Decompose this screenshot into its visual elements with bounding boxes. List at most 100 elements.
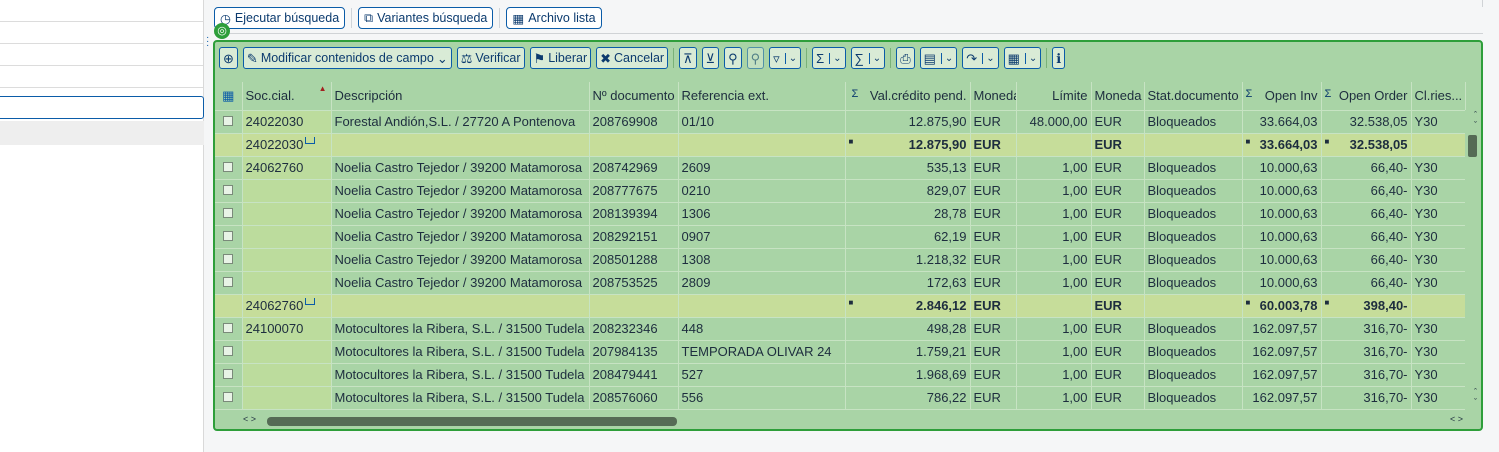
checkbox-icon[interactable] — [223, 345, 234, 356]
checkbox-icon[interactable] — [223, 207, 234, 218]
row-checkbox[interactable] — [215, 271, 243, 295]
list-file-button[interactable]: ▦ Archivo lista — [506, 7, 602, 29]
checkbox-icon[interactable] — [223, 253, 234, 264]
table-row[interactable]: 24022030 Forestal Andión,S.L. / 27720 A P… — [215, 110, 1466, 134]
table-row[interactable]: 24100070 Motocultores la Ribera, S.L. / 3… — [215, 317, 1466, 341]
col-header-currency2[interactable]: Moneda — [1091, 82, 1145, 111]
row-checkbox[interactable] — [215, 179, 243, 203]
modify-fields-button[interactable]: ✎ Modificar contenidos de campo ⌄ — [242, 47, 452, 69]
cell-text: EUR — [1094, 160, 1122, 175]
table-row[interactable]: Motocultores la Ribera, S.L. / 31500 Tud… — [215, 386, 1466, 410]
row-checkbox[interactable] — [215, 363, 243, 387]
col-header-limit[interactable]: Límite — [1016, 82, 1092, 111]
col-header-desc[interactable]: Descripción — [331, 82, 590, 111]
verify-button[interactable]: ⚖ Verificar — [456, 47, 525, 69]
row-selector[interactable] — [215, 294, 243, 318]
checkbox-icon[interactable] — [223, 391, 234, 402]
cell-text: EUR — [973, 344, 1001, 359]
row-checkbox[interactable] — [215, 156, 243, 180]
left-row[interactable] — [0, 66, 203, 88]
col-header-soc[interactable]: Soc.cial. ▲ — [242, 82, 332, 111]
cell-text: Bloqueados — [1147, 275, 1217, 290]
subtotal-button[interactable]: ∑ ⌄ — [850, 47, 886, 69]
left-row[interactable] — [0, 44, 203, 66]
cell-soc: 24062760 — [242, 294, 332, 318]
table-row[interactable]: Noelia Castro Tejedor / 39200 Matamorosa… — [215, 248, 1466, 272]
cell-text: Y30 — [1414, 183, 1438, 198]
zoom-button[interactable]: ⊕ — [219, 47, 238, 69]
filter-button[interactable]: ▿ ⌄ — [769, 47, 802, 69]
left-row[interactable] — [0, 22, 203, 44]
subtotal-row[interactable]: 24022030 ■ 12.875,90 EUR EUR ■ 33.664,03 ■ 32.53… — [215, 133, 1466, 157]
row-checkbox[interactable] — [215, 202, 243, 226]
cell-desc: Motocultores la Ribera, S.L. / 31500 Tud… — [331, 386, 590, 410]
cell-text: 1,00 — [1062, 275, 1088, 290]
info-button[interactable]: ℹ — [1052, 47, 1066, 69]
checkbox-icon[interactable] — [223, 115, 234, 126]
checkbox-icon[interactable] — [223, 184, 234, 195]
views-button[interactable]: ▤ ⌄ — [919, 47, 958, 69]
run-search-button[interactable]: ◷ Ejecutar búsqueda — [214, 7, 346, 29]
cell-val: 1.759,21 — [845, 340, 971, 364]
select-all-icon[interactable]: ▦ — [215, 82, 243, 111]
row-checkbox[interactable] — [215, 248, 243, 272]
cell-text: 66,40- — [1370, 183, 1408, 198]
table-row[interactable]: 24062760 Noelia Castro Tejedor / 39200 Ma… — [215, 156, 1466, 180]
col-header-open-inv[interactable]: Σ Open Inv — [1242, 82, 1322, 111]
divider — [499, 8, 501, 28]
data-grid: ▦ Soc.cial. ▲ Descripción Nº documento Re… — [215, 82, 1466, 410]
export-button[interactable]: ↷ ⌄ — [962, 47, 999, 69]
checkbox-icon[interactable] — [223, 276, 234, 287]
row-checkbox[interactable] — [215, 317, 243, 341]
col-header-status[interactable]: Stat.documento — [1144, 82, 1243, 111]
checkbox-icon[interactable] — [223, 368, 234, 379]
left-input-field[interactable] — [0, 96, 204, 119]
layout-button[interactable]: ▦ ⌄ — [1003, 47, 1042, 69]
row-checkbox[interactable] — [215, 386, 243, 410]
total-button[interactable]: Σ ⌄ — [812, 47, 846, 69]
release-button[interactable]: ⚑ Liberar — [529, 47, 592, 69]
cell-ref: 0210 — [678, 179, 846, 203]
resize-grip-icon[interactable]: · · · — [206, 33, 209, 51]
table-row[interactable]: Noelia Castro Tejedor / 39200 Matamorosa… — [215, 202, 1466, 226]
cell-text: 62,19 — [933, 229, 967, 244]
row-checkbox[interactable] — [215, 110, 243, 134]
table-row[interactable]: Motocultores la Ribera, S.L. / 31500 Tud… — [215, 340, 1466, 364]
col-label: Val.crédito pend. — [869, 88, 967, 104]
target-icon[interactable]: ◎ — [214, 23, 230, 39]
find-button[interactable]: ⚲ — [724, 47, 742, 69]
checkbox-icon[interactable] — [223, 322, 234, 333]
scroll-down-icon[interactable]: ˆˇ — [1474, 387, 1477, 407]
scroll-left-right-icon[interactable]: < > — [243, 414, 256, 424]
col-header-doc[interactable]: Nº documento — [589, 82, 679, 111]
table-row[interactable]: Noelia Castro Tejedor / 39200 Matamorosa… — [215, 179, 1466, 203]
sort-descending-button[interactable]: ⊻ — [701, 47, 720, 69]
cell-text: EUR — [1094, 137, 1122, 152]
left-row[interactable] — [0, 0, 203, 22]
horizontal-scroll-thumb[interactable] — [267, 417, 677, 426]
row-checkbox[interactable] — [215, 225, 243, 249]
checkbox-icon[interactable] — [223, 161, 234, 172]
search-variants-button[interactable]: ⧉ Variantes búsqueda — [358, 7, 494, 29]
col-header-risk-class[interactable]: Cl.ries... — [1411, 82, 1466, 111]
find-next-button[interactable]: ⚲ — [746, 47, 765, 69]
scroll-up-icon[interactable]: ˆˇ — [1474, 110, 1477, 130]
scroll-left-right-icon[interactable]: < > — [1450, 414, 1463, 424]
col-header-val[interactable]: Σ Val.crédito pend. — [845, 82, 971, 111]
cancel-button[interactable]: ✖ Cancelar — [596, 47, 669, 69]
vertical-scroll-thumb[interactable] — [1468, 135, 1477, 157]
checkbox-icon[interactable] — [223, 230, 234, 241]
cell-ord: 66,40- — [1321, 179, 1412, 203]
col-header-ref[interactable]: Referencia ext. — [678, 82, 846, 111]
col-header-currency[interactable]: Moneda — [970, 82, 1017, 111]
row-checkbox[interactable] — [215, 340, 243, 364]
col-header-open-order[interactable]: Σ Open Order — [1321, 82, 1412, 111]
row-selector[interactable] — [215, 133, 243, 157]
subtotal-row[interactable]: 24062760 ■ 2.846,12 EUR EUR ■ 60.003,78 ■ 398,40… — [215, 294, 1466, 318]
cell-lim: 1,00 — [1016, 225, 1092, 249]
table-row[interactable]: Noelia Castro Tejedor / 39200 Matamorosa… — [215, 225, 1466, 249]
sort-ascending-button[interactable]: ⊼ — [679, 47, 697, 69]
print-button[interactable]: ⎙ — [896, 47, 915, 69]
table-row[interactable]: Motocultores la Ribera, S.L. / 31500 Tud… — [215, 363, 1466, 387]
table-row[interactable]: Noelia Castro Tejedor / 39200 Matamorosa… — [215, 271, 1466, 295]
